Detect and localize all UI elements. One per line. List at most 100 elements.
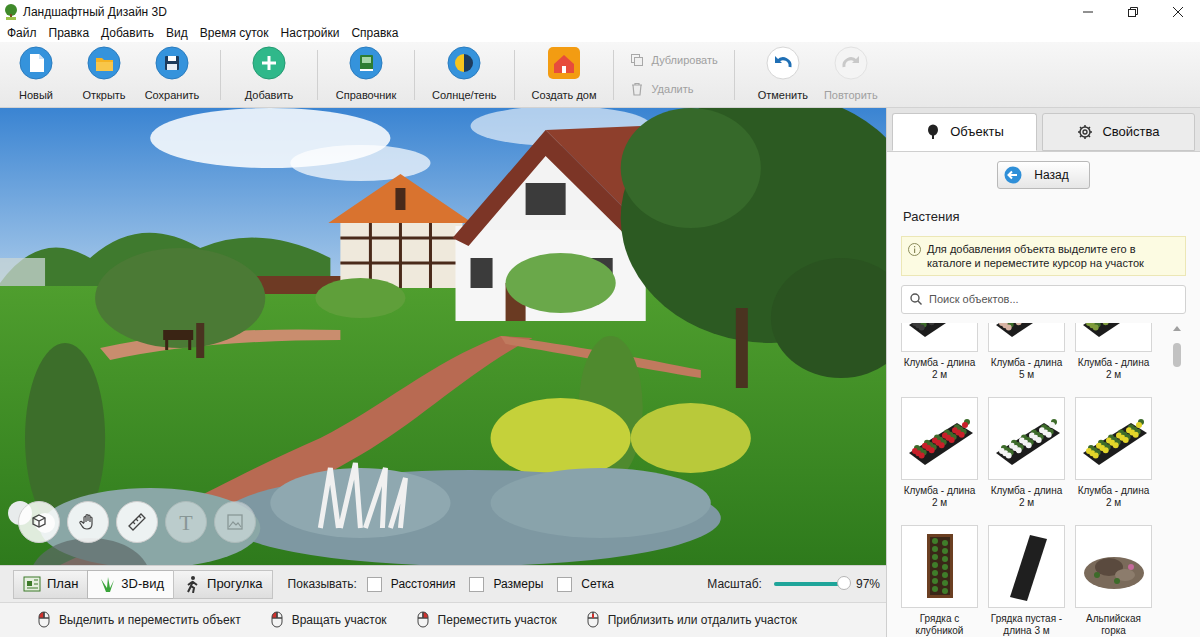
- status-bar: Выделить и переместить объектВращать уча…: [0, 602, 886, 637]
- item-thumbnail[interactable]: [1075, 323, 1152, 352]
- catalog-item[interactable]: Клумба - длина 2 м: [988, 397, 1065, 519]
- show-option[interactable]: Размеры: [469, 575, 543, 593]
- panel-tab[interactable]: Свойства: [1042, 113, 1195, 151]
- status-hint: Переместить участок: [417, 611, 557, 629]
- back-arrow-icon: [1004, 166, 1022, 184]
- scrollbar[interactable]: [1172, 323, 1182, 637]
- item-picture: [1079, 323, 1149, 346]
- view-tool-button[interactable]: [18, 501, 60, 543]
- view-tab[interactable]: План: [13, 570, 88, 599]
- scene-3d-view[interactable]: T: [0, 108, 886, 565]
- walk-icon: [183, 575, 201, 593]
- checkbox[interactable]: [557, 577, 572, 592]
- toolbar-separator: [734, 50, 735, 100]
- toolbar-button[interactable]: Солнце/тень: [430, 46, 499, 104]
- view-tool-button[interactable]: [214, 501, 256, 543]
- scroll-thumb[interactable]: [1173, 343, 1181, 367]
- mouse-icon: [271, 611, 283, 629]
- restore-icon[interactable]: [1110, 0, 1155, 24]
- catalog-item[interactable]: Грядка пустая - длина 3 м: [988, 525, 1065, 637]
- catalog: Клумба - длина 2 мКлумба - длина 5 мКлум…: [887, 323, 1200, 637]
- checkbox[interactable]: [469, 577, 484, 592]
- menu-item[interactable]: Добавить: [95, 24, 160, 42]
- toolbar-button[interactable]: Удалить: [630, 81, 717, 98]
- item-picture: [992, 323, 1062, 346]
- view-tab[interactable]: Прогулка: [173, 570, 273, 599]
- tree-icon: [925, 124, 941, 140]
- item-picture: [992, 531, 1062, 601]
- menu-item[interactable]: Настройки: [275, 24, 346, 42]
- toolbar-button[interactable]: Новый: [3, 46, 69, 104]
- catalog-item[interactable]: Клумба - длина 2 м: [1075, 323, 1152, 391]
- item-picture: [905, 403, 975, 473]
- image-tool-icon: [224, 511, 246, 533]
- toolbar: НовыйОткрытьСохранить Добавить Справочник С…: [0, 42, 1200, 108]
- catalog-item[interactable]: Клумба - длина 2 м: [901, 397, 978, 519]
- title-bar: Ландшафтный Дизайн 3D: [0, 0, 1200, 24]
- item-picture: [1079, 531, 1149, 601]
- item-thumbnail[interactable]: [988, 397, 1065, 480]
- panel-tab[interactable]: Объекты: [892, 113, 1037, 151]
- toolbar-separator: [414, 50, 415, 100]
- item-picture: [1079, 403, 1149, 473]
- app-window: Ландшафтный Дизайн 3D ФайлПравкаДобавить…: [0, 0, 1200, 637]
- item-thumbnail[interactable]: [988, 525, 1065, 608]
- view-tool-button[interactable]: [116, 501, 158, 543]
- back-button[interactable]: Назад: [997, 161, 1089, 189]
- toolbar-button[interactable]: Дублировать: [630, 52, 717, 69]
- catalog-item[interactable]: Клумба - длина 2 м: [901, 323, 978, 391]
- menu-item[interactable]: Правка: [43, 24, 96, 42]
- toolbar-button[interactable]: Создать дом: [530, 46, 599, 104]
- cubes-icon: [28, 511, 50, 533]
- item-thumbnail[interactable]: [1075, 525, 1152, 608]
- toolbar-button[interactable]: Отменить: [750, 46, 816, 104]
- view-tab[interactable]: 3D-вид: [87, 570, 174, 599]
- panel-tabs: ОбъектыСвойства: [887, 108, 1200, 151]
- item-thumbnail[interactable]: [1075, 397, 1152, 480]
- view-tool-button[interactable]: T: [165, 501, 207, 543]
- new-file-icon: [19, 46, 53, 80]
- redo-icon: [834, 46, 868, 80]
- checkbox[interactable]: [367, 577, 382, 592]
- info-box: Для добавления объекта выделите его в ка…: [901, 236, 1186, 276]
- item-thumbnail[interactable]: [901, 323, 978, 352]
- catalog-item[interactable]: Клумба - длина 5 м: [988, 323, 1065, 391]
- status-hint: Вращать участок: [271, 611, 387, 629]
- minimize-icon[interactable]: [1065, 0, 1110, 24]
- search-field[interactable]: [901, 285, 1186, 314]
- mouse-icon: [417, 611, 429, 629]
- sun-shade-icon: [447, 46, 481, 80]
- item-thumbnail[interactable]: [901, 525, 978, 608]
- catalog-item[interactable]: Альпийская горка: [1075, 525, 1152, 637]
- item-picture: [905, 531, 975, 601]
- search-icon: [910, 293, 922, 305]
- hand-icon: [77, 511, 99, 533]
- menu-item[interactable]: Время суток: [194, 24, 275, 42]
- show-option[interactable]: Расстояния: [367, 575, 456, 593]
- zoom-slider[interactable]: [774, 582, 846, 586]
- mouse-icon: [587, 611, 599, 629]
- app-tree-icon: [4, 4, 18, 20]
- toolbar-separator: [514, 50, 515, 100]
- view-tool-button[interactable]: [67, 501, 109, 543]
- show-option[interactable]: Сетка: [557, 575, 614, 593]
- toolbar-button[interactable]: Сохранить: [139, 46, 205, 104]
- item-thumbnail[interactable]: [901, 397, 978, 480]
- toolbar-button[interactable]: Открыть: [71, 46, 137, 104]
- menu-item[interactable]: Вид: [160, 24, 194, 42]
- toolbar-button[interactable]: Повторить: [818, 46, 884, 104]
- toolbar-button[interactable]: Справочник: [333, 46, 399, 104]
- close-icon[interactable]: [1155, 0, 1200, 24]
- catalog-item[interactable]: Грядка с клубникой: [901, 525, 978, 637]
- item-thumbnail[interactable]: [988, 323, 1065, 352]
- menu-item[interactable]: Файл: [1, 24, 43, 42]
- toolbar-separator: [317, 50, 318, 100]
- catalog-item[interactable]: Клумба - длина 2 м: [1075, 397, 1152, 519]
- gear-icon: [1077, 124, 1093, 140]
- toolbar-button[interactable]: Добавить: [236, 46, 302, 104]
- save-icon: [155, 46, 189, 80]
- slider-thumb[interactable]: [837, 576, 851, 590]
- menu-item[interactable]: Справка: [345, 24, 404, 42]
- undo-icon: [766, 46, 800, 80]
- info-icon: [908, 243, 921, 256]
